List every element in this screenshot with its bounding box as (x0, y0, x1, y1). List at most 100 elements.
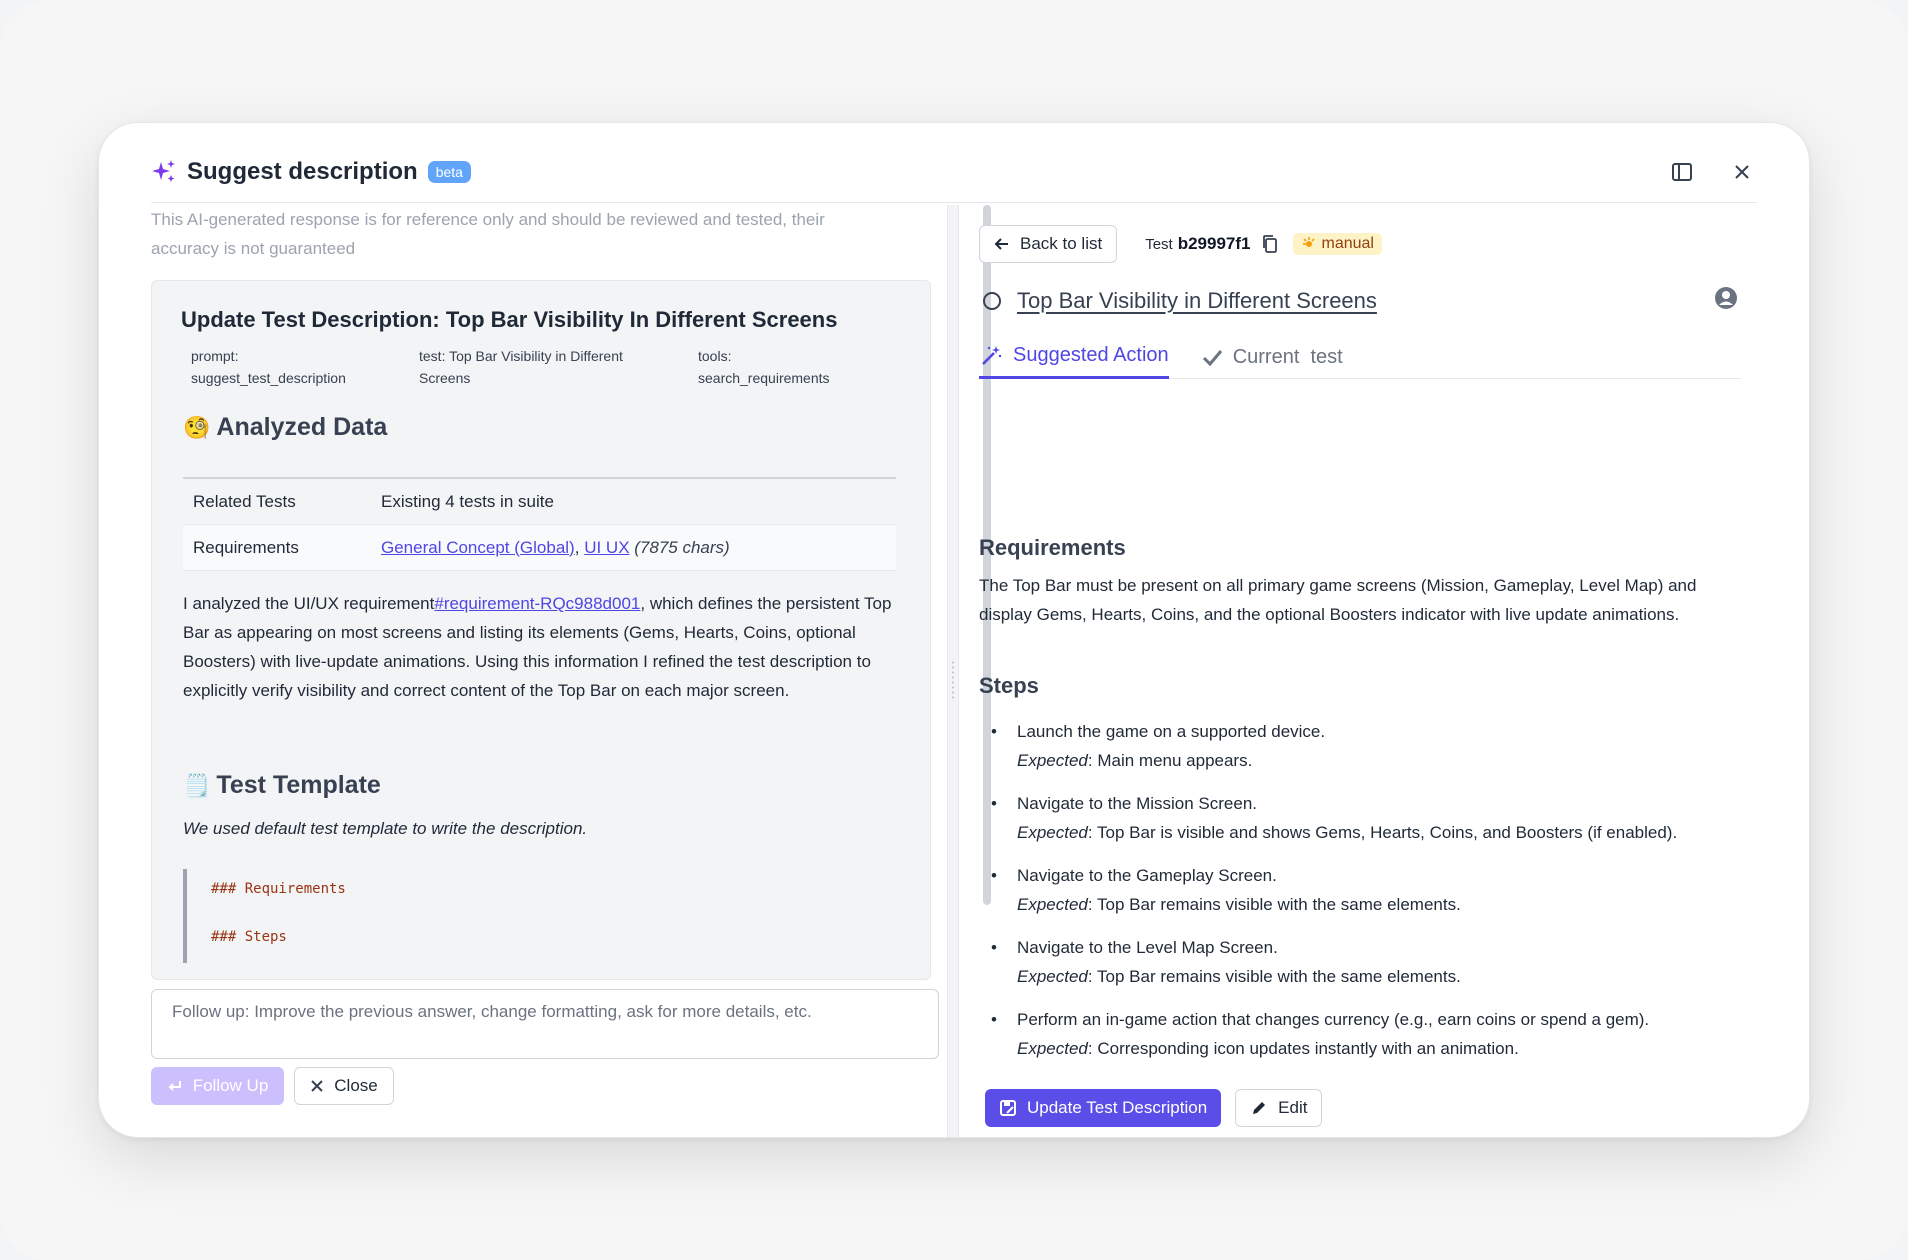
list-item: Perform an in-game action that changes c… (979, 1005, 1749, 1063)
tab-label: Suggested Action (1013, 344, 1169, 366)
drag-handle-icon (951, 660, 955, 700)
expected-text: : Top Bar remains visible with the same … (1087, 967, 1461, 986)
list-item: Launch the game on a supported device. E… (979, 717, 1749, 775)
follow-up-input[interactable] (151, 989, 939, 1059)
tab-label: Current test (1232, 345, 1343, 368)
magic-wand-icon (982, 345, 1002, 365)
user-circle-icon (1715, 287, 1737, 309)
tab-current-test[interactable]: Current test (1201, 335, 1343, 379)
list-item: Navigate to the Mission Screen. Expected… (979, 789, 1749, 847)
steps-list: Launch the game on a supported device. E… (979, 717, 1749, 1077)
step-action: Launch the game on a supported device. (1017, 722, 1326, 741)
edit-label: Edit (1278, 1098, 1308, 1117)
follow-up-button[interactable]: Follow Up (151, 1067, 284, 1105)
expected-text: : Top Bar remains visible with the same … (1087, 895, 1461, 914)
template-note: We used default test template to write t… (183, 819, 588, 838)
test-top-row: Back to list Test b29997f1 manual (979, 225, 1382, 263)
status-circle-icon (983, 291, 1001, 310)
resize-divider[interactable] (947, 205, 959, 1137)
analyzed-data-table: Related Tests Existing 4 tests in suite … (183, 477, 896, 571)
manual-badge: manual (1292, 233, 1382, 255)
table-cell-value: General Concept (Global), UI UX (7875 ch… (381, 538, 896, 558)
code-line: ### Requirements (211, 881, 346, 897)
test-template-heading: 🗒️ Test Template (183, 771, 381, 800)
back-to-list-label: Back to list (1020, 234, 1103, 253)
analysis-prefix: I analyzed the UI/UX requirement (183, 594, 435, 613)
return-arrow-icon (168, 1081, 181, 1091)
expected-label: Expected (1017, 823, 1088, 842)
step-expected: Expected: Main menu appears. (1017, 746, 1749, 775)
requirements-heading: Requirements (979, 535, 1126, 560)
back-to-list-button[interactable]: Back to list (979, 225, 1118, 263)
separator-comma: , (574, 537, 580, 557)
beta-badge: beta (427, 160, 471, 183)
expected-label: Expected (1017, 751, 1088, 770)
requirement-link-general-concept[interactable]: General Concept (Global) (381, 538, 575, 557)
close-icon (1735, 164, 1749, 179)
close-modal-button[interactable] (1727, 157, 1757, 187)
test-id: b29997f1 (1177, 234, 1251, 253)
left-actions: Follow Up Close (151, 1067, 394, 1105)
modal-header: Suggest description beta (151, 141, 1757, 203)
arrow-left-icon (994, 238, 1008, 250)
copy-button[interactable] (1261, 234, 1279, 254)
code-line: ### Steps (211, 929, 287, 945)
ai-answer-card: Update Test Description: Top Bar Visibil… (151, 280, 931, 980)
template-code-block: ### Requirements ### Steps (183, 869, 883, 963)
ai-response-pane: This AI-generated response is for refere… (151, 205, 991, 1137)
meta-tools: tools: search_requirements (698, 348, 830, 386)
toggle-panel-button[interactable] (1667, 157, 1697, 187)
test-label: Test (1145, 235, 1173, 253)
meta-test: test: Top Bar Visibility in Different Sc… (419, 348, 623, 386)
suggest-description-modal: Suggest description beta This AI-generat… (98, 122, 1810, 1138)
follow-up-label: Follow Up (192, 1076, 269, 1095)
right-actions: Update Test Description Edit (985, 1089, 1323, 1127)
analysis-paragraph: I analyzed the UI/UX requirement#require… (183, 589, 903, 705)
notepad-icon: 🗒️ (183, 772, 211, 798)
checkmark-icon (1202, 350, 1222, 367)
assignee-avatar[interactable] (1713, 285, 1739, 316)
expected-label: Expected (1017, 895, 1088, 914)
tab-suggested-action[interactable]: Suggested Action (979, 335, 1169, 379)
table-row: Related Tests Existing 4 tests in suite (183, 479, 896, 525)
copy-icon (1262, 235, 1277, 253)
preview-tabs: Suggested Action Current test (979, 335, 1741, 379)
test-title-row: Top Bar Visibility in Different Screens (983, 285, 1743, 316)
modal-title: Suggest description (187, 157, 418, 185)
update-test-description-button[interactable]: Update Test Description (985, 1089, 1222, 1127)
edit-button[interactable]: Edit (1235, 1089, 1323, 1127)
save-edit-icon (1000, 1100, 1016, 1116)
sparkle-icon (151, 159, 177, 185)
manual-badge-label: manual (1321, 235, 1374, 252)
table-cell-value: Existing 4 tests in suite (381, 491, 554, 511)
ai-disclaimer: This AI-generated response is for refere… (151, 210, 825, 258)
close-label: Close (334, 1076, 378, 1095)
requirement-anchor-link[interactable]: #requirement-RQc988d001 (434, 594, 640, 613)
list-item: Navigate to the Level Map Screen. Expect… (979, 933, 1749, 991)
answer-title: Update Test Description: Top Bar Visibil… (181, 307, 838, 332)
list-item: Navigate to the Gameplay Screen. Expecte… (979, 861, 1749, 919)
chars-count: (7875 chars) (634, 537, 730, 557)
expected-label: Expected (1017, 967, 1088, 986)
step-action: Perform an in-game action that changes c… (1017, 1010, 1650, 1029)
steps-heading: Steps (979, 673, 1039, 698)
test-title-link[interactable]: Top Bar Visibility in Different Screens (1017, 288, 1377, 314)
analyzed-data-heading-text: Analyzed Data (216, 413, 388, 441)
test-template-heading-text: Test Template (216, 771, 381, 799)
step-expected: Expected: Top Bar is visible and shows G… (1017, 818, 1749, 847)
meta-prompt: prompt: suggest_test_description (191, 348, 346, 386)
close-button[interactable]: Close (294, 1067, 394, 1105)
step-expected: Expected: Corresponding icon updates ins… (1017, 1034, 1749, 1063)
table-row: Requirements General Concept (Global), U… (183, 525, 896, 571)
requirement-link-ui-ux[interactable]: UI UX (584, 538, 629, 557)
expected-label: Expected (1017, 1039, 1088, 1058)
hand-icon (1302, 237, 1315, 247)
table-cell-key: Related Tests (193, 491, 296, 511)
thinking-face-icon: 🧐 (183, 414, 211, 440)
pencil-icon (1253, 1102, 1266, 1114)
step-expected: Expected: Top Bar remains visible with t… (1017, 890, 1749, 919)
expected-text: : Top Bar is visible and shows Gems, Hea… (1087, 823, 1678, 842)
requirements-text: The Top Bar must be present on all prima… (979, 576, 1697, 624)
table-cell-key: Requirements (193, 537, 299, 557)
test-preview-pane: Back to list Test b29997f1 manual Top Ba… (979, 205, 1769, 1137)
